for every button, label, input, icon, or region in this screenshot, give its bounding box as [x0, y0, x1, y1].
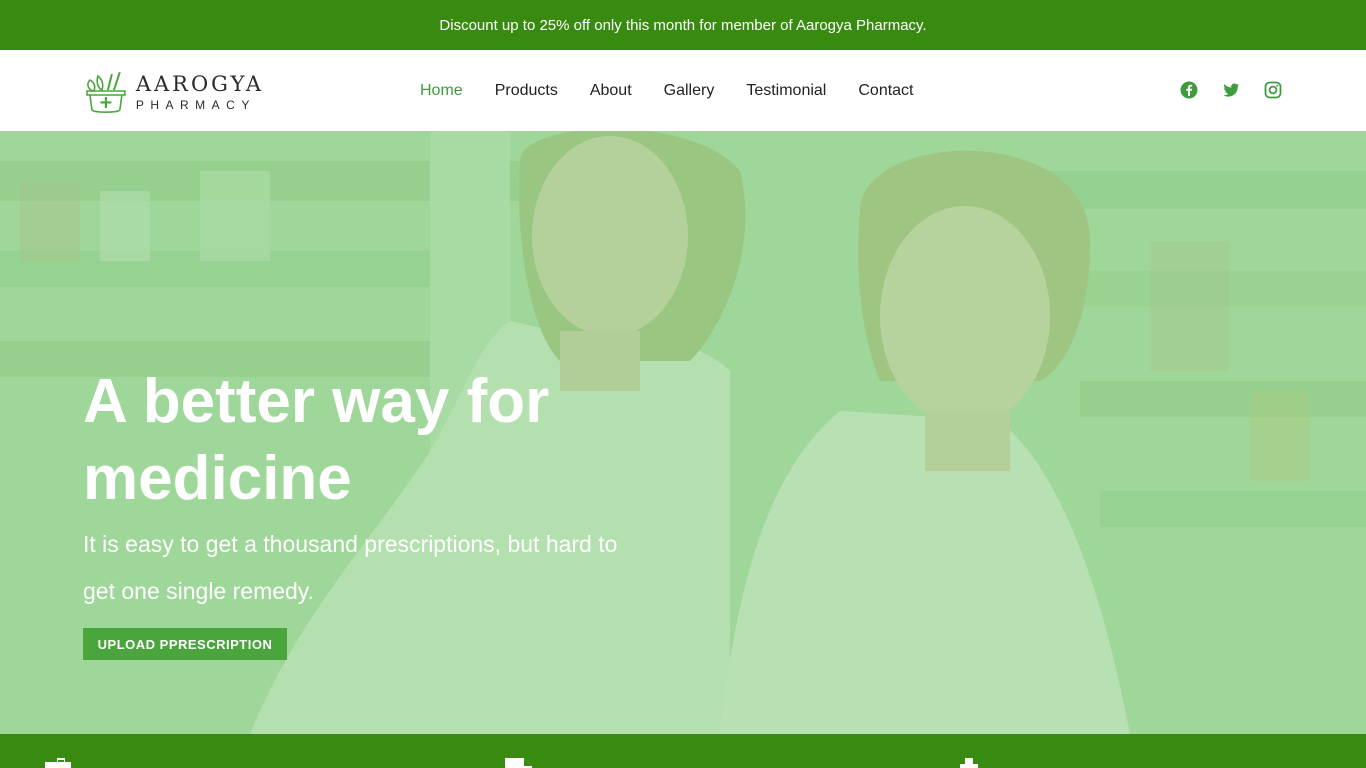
nav-products[interactable]: Products — [495, 82, 558, 100]
brand-logo[interactable]: AAROGYA PHARMACY — [84, 68, 264, 116]
medical-cross-icon — [960, 758, 978, 768]
upload-prescription-button[interactable]: UPLOAD PPRESCRIPTION — [83, 628, 287, 660]
document-icon — [505, 758, 532, 768]
site-header: AAROGYA PHARMACY Home Products About Gal… — [0, 50, 1366, 131]
nav-about[interactable]: About — [590, 82, 632, 100]
main-nav: Home Products About Gallery Testimonial … — [420, 50, 914, 131]
features-band — [0, 734, 1366, 768]
brand-name: AAROGYA — [135, 71, 264, 96]
nav-gallery[interactable]: Gallery — [664, 82, 715, 100]
instagram-icon[interactable] — [1264, 81, 1282, 99]
hero-subtitle: It is easy to get a thousand prescriptio… — [83, 531, 618, 604]
nav-testimonial[interactable]: Testimonial — [746, 82, 826, 100]
nav-contact[interactable]: Contact — [858, 82, 913, 100]
medicine-bottle-icon — [45, 758, 71, 768]
facebook-icon[interactable] — [1180, 81, 1198, 99]
brand-tagline: PHARMACY — [135, 97, 256, 112]
twitter-icon[interactable] — [1222, 81, 1240, 99]
nav-home[interactable]: Home — [420, 82, 463, 100]
hero-title: A better way for medicine — [83, 367, 550, 513]
hero-section: A better way for medicine It is easy to … — [0, 131, 1366, 734]
announcement-text: Discount up to 25% off only this month f… — [439, 16, 927, 34]
mortar-leaf-icon — [86, 71, 126, 113]
announcement-bar: Discount up to 25% off only this month f… — [0, 0, 1366, 50]
social-links — [1180, 81, 1282, 99]
